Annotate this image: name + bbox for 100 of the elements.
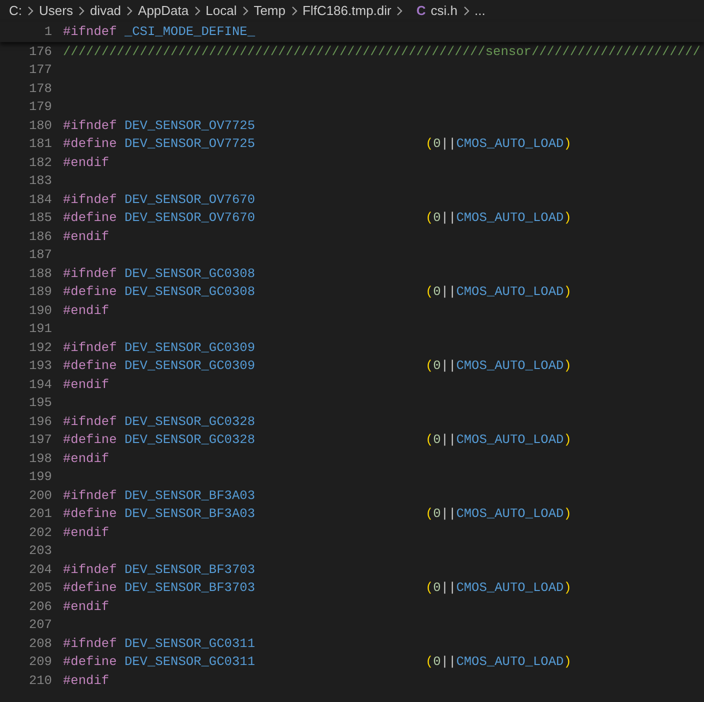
line-number: 196 (28, 412, 52, 431)
macro-name: DEV_SENSOR_GC0309 (124, 357, 256, 376)
line-number: 182 (28, 154, 52, 172)
chevron-icon (78, 6, 85, 16)
line-number: 184 (28, 190, 52, 209)
line-number: 181 (28, 135, 52, 154)
directive-keyword: #endif (63, 376, 110, 394)
line-number: 208 (28, 634, 52, 653)
line-number: 176 (28, 42, 52, 61)
breadcrumb-item[interactable]: AppData (138, 1, 189, 21)
operator-token: || (440, 579, 456, 598)
line-number: 188 (28, 264, 52, 283)
operator-token: || (440, 431, 456, 450)
line-number: 183 (28, 172, 52, 190)
comment-text: ///////////////////////////////////////////////////////sensor////////////////////// (63, 44, 700, 59)
directive-keyword: #ifndef (63, 560, 117, 579)
breadcrumb-item[interactable]: Users (39, 1, 73, 21)
operator-token: || (440, 135, 456, 154)
line-number: 202 (28, 524, 52, 542)
breadcrumb-item[interactable]: FlfC186.tmp.dir (302, 1, 392, 21)
line-number: 207 (28, 616, 52, 634)
line-number: 190 (28, 302, 52, 320)
paren-token: ( (425, 431, 434, 450)
line-number: 193 (28, 357, 52, 376)
directive-keyword: #endif (63, 598, 110, 616)
macro-name: DEV_SENSOR_OV7725 (124, 135, 256, 154)
directive-keyword: #ifndef (63, 116, 117, 135)
macro-name: DEV_SENSOR_GC0311 (124, 634, 256, 653)
breadcrumb-item[interactable]: csi.h (430, 1, 458, 21)
macro-name: DEV_SENSOR_BF3A03 (124, 486, 256, 505)
directive-keyword: #ifndef (63, 264, 117, 283)
line-number: 192 (28, 338, 52, 357)
line-number: 1 (43, 23, 52, 42)
directive-keyword: #define (63, 135, 117, 154)
paren-token: ( (425, 283, 434, 302)
directive-keyword: #endif (63, 672, 110, 690)
macro-name: DEV_SENSOR_OV7725 (124, 116, 256, 135)
macro-name: DEV_SENSOR_GC0328 (124, 431, 256, 450)
paren-token: ) (564, 579, 572, 598)
paren-token: ( (425, 505, 434, 524)
paren-token: ( (425, 579, 434, 598)
breadcrumb-item[interactable]: C: (9, 1, 22, 21)
macro-token: CMOS_AUTO_LOAD (456, 135, 564, 154)
paren-token: ) (564, 283, 572, 302)
directive-keyword: #define (63, 357, 117, 376)
directive-keyword: #define (63, 209, 117, 228)
macro-name: _CSI_MODE_DEFINE_ (124, 23, 256, 42)
macro-name: DEV_SENSOR_BF3A03 (124, 505, 256, 524)
paren-token: ) (564, 431, 572, 450)
line-number: 200 (28, 486, 52, 505)
operator-token: || (440, 505, 456, 524)
line-number: 197 (28, 431, 52, 450)
macro-name: DEV_SENSOR_BF3703 (124, 579, 256, 598)
chevron-icon (462, 6, 470, 16)
operator-token: || (440, 283, 456, 302)
paren-token: ( (425, 653, 434, 672)
paren-token: ) (564, 135, 572, 154)
directive-keyword: #endif (63, 450, 110, 468)
macro-name: DEV_SENSOR_GC0308 (124, 264, 256, 283)
operator-token: || (440, 209, 456, 228)
breadcrumb-item[interactable]: divad (90, 1, 122, 21)
line-number: 191 (28, 320, 52, 338)
directive-keyword: #ifndef (63, 486, 117, 505)
line-number: 203 (28, 542, 52, 560)
number-token: 0 (433, 283, 441, 302)
directive-keyword: #ifndef (63, 190, 117, 209)
directive-keyword: #ifndef (63, 338, 117, 357)
line-number: 185 (28, 209, 52, 228)
directive-keyword: #define (63, 653, 117, 672)
line-number: 178 (28, 80, 52, 98)
macro-name: DEV_SENSOR_GC0308 (124, 283, 256, 302)
line-number: 205 (28, 579, 52, 598)
number-token: 0 (433, 653, 441, 672)
line-number: 195 (28, 394, 52, 412)
macro-token: CMOS_AUTO_LOAD (456, 209, 564, 228)
number-token: 0 (433, 505, 441, 524)
directive-keyword: #define (63, 505, 117, 524)
directive-keyword: #endif (63, 154, 110, 172)
line-number: 209 (28, 653, 52, 672)
line-number: 177 (28, 61, 52, 80)
macro-token: CMOS_AUTO_LOAD (456, 505, 564, 524)
macro-name: DEV_SENSOR_GC0311 (124, 653, 256, 672)
chevron-icon (194, 6, 201, 16)
macro-token: CMOS_AUTO_LOAD (456, 653, 564, 672)
line-number: 206 (28, 598, 52, 616)
line-number: 210 (28, 672, 52, 690)
macro-name: DEV_SENSOR_OV7670 (124, 190, 256, 209)
line-number: 201 (28, 505, 52, 524)
operator-token: || (440, 357, 456, 376)
c-file-icon: C (416, 1, 426, 21)
number-token: 0 (433, 431, 441, 450)
macro-token: CMOS_AUTO_LOAD (456, 357, 564, 376)
breadcrumb-item[interactable]: Temp (254, 1, 286, 21)
paren-token: ( (425, 357, 434, 376)
chevron-icon (290, 6, 298, 16)
line-number: 194 (28, 376, 52, 394)
directive-keyword: #endif (63, 302, 110, 320)
breadcrumb-more[interactable]: ... (474, 1, 486, 21)
breadcrumb-item[interactable]: Local (206, 1, 237, 21)
line-number: 189 (28, 283, 52, 302)
